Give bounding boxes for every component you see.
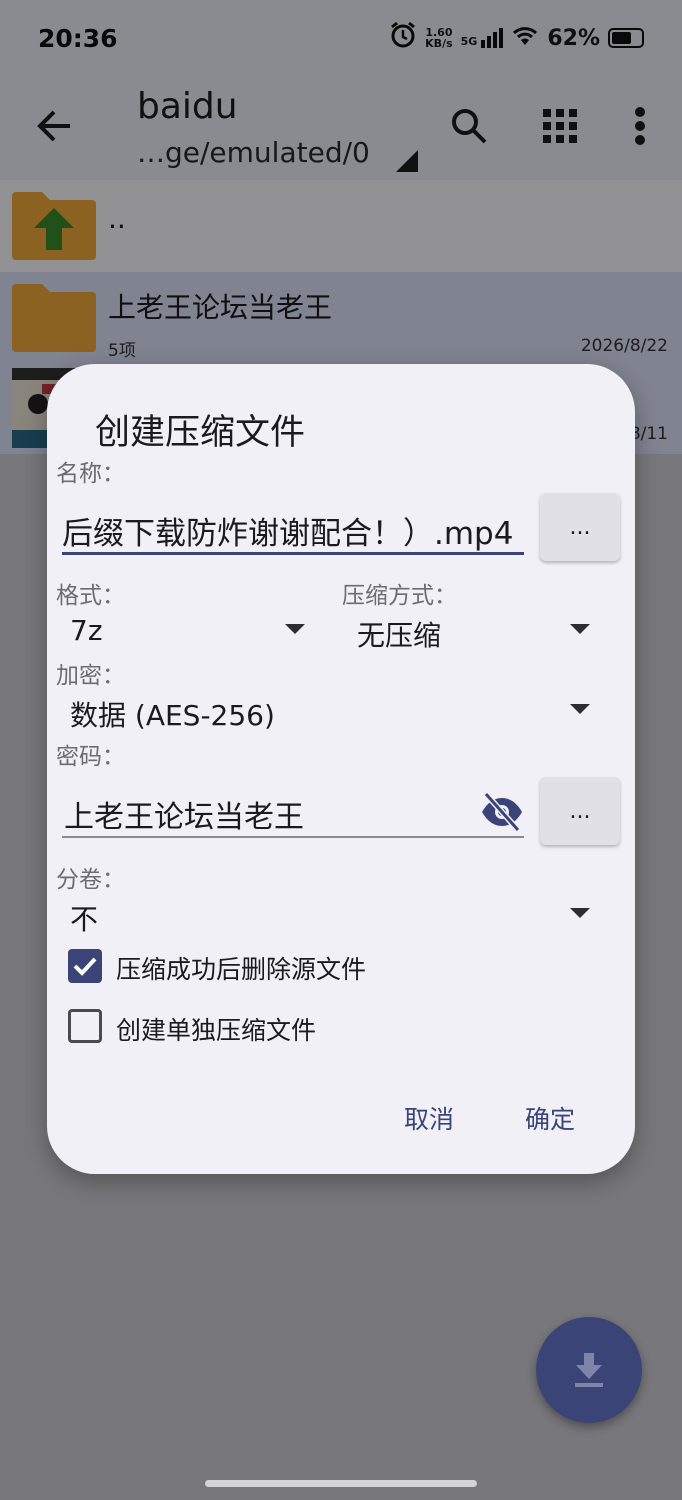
volume-select[interactable]: 不 xyxy=(70,898,98,938)
separate-archive-label[interactable]: 创建单独压缩文件 xyxy=(116,1011,316,1047)
password-input[interactable]: 上老王论坛当老王 xyxy=(64,792,304,836)
format-dropdown-icon[interactable] xyxy=(285,624,305,634)
name-input-underline xyxy=(62,552,524,555)
create-archive-dialog: 创建压缩文件 名称： 后缀下载防炸谢谢配合！）.mp4 ... 格式： 7z 压… xyxy=(47,364,635,1174)
visibility-off-icon[interactable] xyxy=(480,792,524,836)
compression-select[interactable]: 无压缩 xyxy=(357,614,441,654)
cancel-button[interactable]: 取消 xyxy=(404,1100,454,1136)
dialog-title: 创建压缩文件 xyxy=(95,413,306,453)
compression-dropdown-icon[interactable] xyxy=(570,624,590,634)
volume-label: 分卷： xyxy=(56,867,125,893)
password-options-button[interactable]: ... xyxy=(540,777,620,845)
encryption-dropdown-icon[interactable] xyxy=(570,704,590,714)
delete-source-label[interactable]: 压缩成功后删除源文件 xyxy=(116,950,366,986)
archive-name-input[interactable]: 后缀下载防炸谢谢配合！）.mp4 xyxy=(62,508,513,553)
check-icon xyxy=(73,957,97,976)
encryption-select[interactable]: 数据 (AES-256) xyxy=(70,694,275,734)
download-icon xyxy=(575,1353,603,1387)
volume-dropdown-icon[interactable] xyxy=(570,908,590,918)
compression-label: 压缩方式： xyxy=(342,583,457,609)
name-label: 名称： xyxy=(56,461,125,487)
format-label: 格式： xyxy=(56,583,125,609)
gesture-nav-bar[interactable] xyxy=(205,1480,477,1487)
separate-archive-checkbox[interactable] xyxy=(68,1009,102,1043)
download-fab[interactable] xyxy=(536,1317,642,1423)
password-input-underline xyxy=(62,836,524,838)
delete-source-checkbox[interactable] xyxy=(68,949,102,983)
name-browse-button[interactable]: ... xyxy=(540,493,620,561)
password-label: 密码： xyxy=(56,744,125,770)
ok-button[interactable]: 确定 xyxy=(525,1100,575,1136)
encryption-label: 加密： xyxy=(56,663,125,689)
format-select[interactable]: 7z xyxy=(70,614,103,647)
